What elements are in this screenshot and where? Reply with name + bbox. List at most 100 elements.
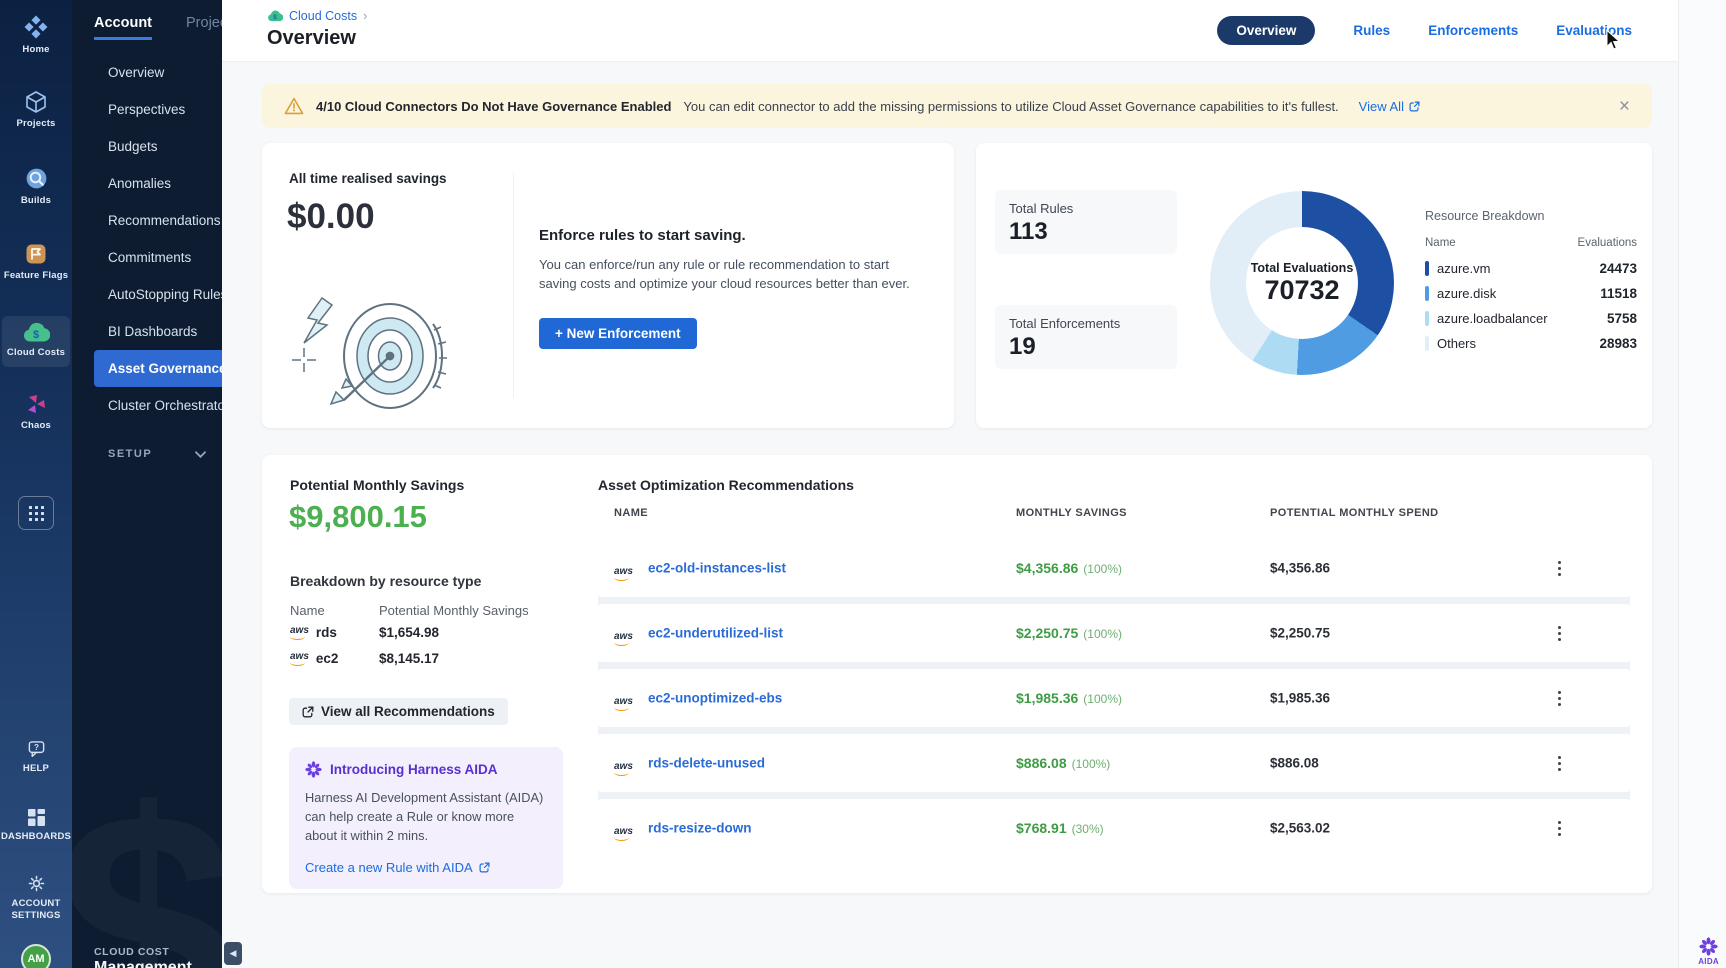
breakdown-row: aws rds $1,654.98 — [290, 625, 580, 640]
total-enforcements-label: Total Enforcements — [1009, 316, 1163, 331]
row-menu-kebab-icon[interactable] — [1552, 558, 1566, 578]
sidebar-item-anomalies[interactable]: Anomalies — [72, 165, 222, 202]
row-menu-kebab-icon[interactable] — [1552, 818, 1566, 838]
monthly-spend-cell: $2,250.75 — [1270, 626, 1330, 641]
sidebar-item-autostopping-rules[interactable]: AutoStopping Rules — [72, 276, 222, 313]
rule-link[interactable]: ec2-old-instances-list — [648, 561, 786, 576]
home-harness-logo-icon — [23, 14, 49, 40]
module-picker-grid-icon[interactable] — [18, 496, 54, 530]
new-enforcement-button[interactable]: + New Enforcement — [539, 318, 697, 349]
card-divider — [513, 173, 514, 398]
tab-overview[interactable]: Overview — [1217, 16, 1315, 45]
sidebar-collapse-button[interactable]: ◀ — [224, 942, 242, 965]
sidebar-menu: Overview Perspectives Budgets Anomalies … — [72, 54, 222, 424]
account-settings-button[interactable]: ACCOUNT SETTINGS — [0, 874, 72, 922]
user-avatar[interactable]: AM — [21, 944, 51, 968]
create-rule-with-aida-link[interactable]: Create a new Rule with AIDA — [305, 860, 547, 875]
cloud-costs-icon: $ — [22, 322, 50, 343]
view-all-recommendations-label: View all Recommendations — [321, 704, 495, 719]
sidebar-item-budgets[interactable]: Budgets — [72, 128, 222, 165]
chaos-icon — [24, 392, 48, 416]
sidebar-item-cluster-orchestrator[interactable]: Cluster Orchestrator — [72, 387, 222, 424]
banner-view-all-link[interactable]: View All — [1359, 99, 1420, 114]
table-row: aws ec2-unoptimized-ebs $1,985.36(100%) … — [598, 669, 1630, 727]
legend-name: Others — [1437, 336, 1476, 351]
svg-text:?: ? — [34, 743, 39, 752]
sidebar-item-perspectives[interactable]: Perspectives — [72, 91, 222, 128]
total-rules-tile: Total Rules 113 — [995, 190, 1177, 254]
scroll-gutter[interactable] — [1678, 0, 1726, 968]
table-row: aws ec2-underutilized-list $2,250.75(100… — [598, 604, 1630, 662]
resource-type: ec2 — [316, 651, 339, 666]
all-time-savings-card: All time realised savings $0.00 — [262, 143, 954, 428]
legend-name: azure.disk — [1437, 286, 1496, 301]
rule-link[interactable]: rds-resize-down — [648, 821, 752, 836]
tab-rules[interactable]: Rules — [1353, 23, 1390, 38]
sidebar-item-recommendations[interactable]: Recommendations — [72, 202, 222, 239]
aida-flower-icon — [305, 761, 322, 778]
aida-fab-label: AIDA — [1698, 957, 1719, 966]
row-menu-kebab-icon[interactable] — [1552, 623, 1566, 643]
sidebar-item-commitments[interactable]: Commitments — [72, 239, 222, 276]
rail-item-label: HELP — [23, 763, 49, 775]
page-title: Overview — [267, 27, 356, 50]
legend-value: 28983 — [1599, 336, 1637, 351]
aida-flower-icon — [1699, 937, 1718, 956]
view-all-recommendations-button[interactable]: View all Recommendations — [289, 698, 508, 725]
resource-savings: $1,654.98 — [379, 625, 439, 640]
warning-triangle-icon — [284, 97, 304, 115]
legend-value: 24473 — [1599, 261, 1637, 276]
help-chat-icon: ? — [26, 740, 47, 759]
cta-body: You can enforce/run any rule or rule rec… — [539, 256, 929, 294]
aida-assistant-button[interactable]: AIDA — [1698, 937, 1719, 966]
legend-value: 11518 — [1600, 286, 1637, 301]
monthly-savings-cell: $4,356.86(100%) — [1016, 560, 1122, 576]
governance-tabs: Overview Rules Enforcements Evaluations — [1217, 16, 1632, 45]
tab-project[interactable]: Project — [186, 15, 222, 40]
resource-savings: $8,145.17 — [379, 651, 439, 666]
sidebar-item-builds[interactable]: Builds — [0, 166, 72, 207]
banner-close-icon[interactable]: × — [1619, 97, 1630, 116]
monthly-spend-cell: $4,356.86 — [1270, 561, 1330, 576]
legend-row: azure.loadbalancer 5758 — [1425, 311, 1637, 326]
view-all-label: View All — [1359, 99, 1404, 114]
tab-account[interactable]: Account — [94, 15, 152, 40]
sidebar-item-asset-governance[interactable]: Asset Governance — [94, 350, 222, 387]
tab-enforcements[interactable]: Enforcements — [1428, 23, 1518, 38]
monthly-savings-cell: $886.08(100%) — [1016, 755, 1110, 771]
setup-section-toggle[interactable]: SETUP — [72, 448, 222, 460]
create-rule-label: Create a new Rule with AIDA — [305, 860, 473, 875]
svg-text:$: $ — [33, 329, 39, 341]
row-menu-kebab-icon[interactable] — [1552, 688, 1566, 708]
sidebar-item-cloud-costs[interactable]: $ Cloud Costs — [2, 316, 70, 367]
savings-card-label: All time realised savings — [289, 171, 447, 186]
dashboards-button[interactable]: DASHBOARDS — [0, 808, 72, 843]
sidebar-item-feature-flags[interactable]: Feature Flags — [0, 242, 72, 282]
rule-link[interactable]: ec2-underutilized-list — [648, 626, 783, 641]
breadcrumb: $ Cloud Costs › — [267, 9, 367, 23]
tab-evaluations[interactable]: Evaluations — [1556, 23, 1632, 38]
help-button[interactable]: ? HELP — [0, 740, 72, 775]
external-link-icon — [479, 862, 490, 873]
sidebar-item-projects[interactable]: Projects — [0, 90, 72, 130]
page-header: $ Cloud Costs › Overview Overview Rules … — [222, 0, 1726, 62]
sidebar-item-chaos[interactable]: Chaos — [0, 392, 72, 432]
legend-swatch — [1425, 286, 1429, 301]
breadcrumb-cloud-costs-link[interactable]: Cloud Costs — [289, 9, 357, 23]
app-root: Home Projects Builds Feature Flags $ Clo… — [0, 0, 1726, 968]
rule-link[interactable]: ec2-unoptimized-ebs — [648, 691, 782, 706]
legend-name: azure.vm — [1437, 261, 1490, 276]
sidebar-item-bi-dashboards[interactable]: BI Dashboards — [72, 313, 222, 350]
feature-flags-icon — [24, 242, 48, 266]
rule-link[interactable]: rds-delete-unused — [648, 756, 765, 771]
sidebar-item-overview[interactable]: Overview — [72, 54, 222, 91]
monthly-savings-cell: $768.91(30%) — [1016, 820, 1104, 836]
rail-item-label: DASHBOARDS — [1, 831, 71, 843]
asset-optimization-title: Asset Optimization Recommendations — [598, 477, 854, 493]
row-menu-kebab-icon[interactable] — [1552, 753, 1566, 773]
monthly-spend-cell: $2,563.02 — [1270, 821, 1330, 836]
donut-center-label: Total Evaluations — [1251, 261, 1354, 275]
legend-col-evaluations: Evaluations — [1578, 237, 1637, 249]
donut-center: Total Evaluations 70732 — [1246, 227, 1358, 339]
sidebar-item-home[interactable]: Home — [0, 14, 72, 56]
